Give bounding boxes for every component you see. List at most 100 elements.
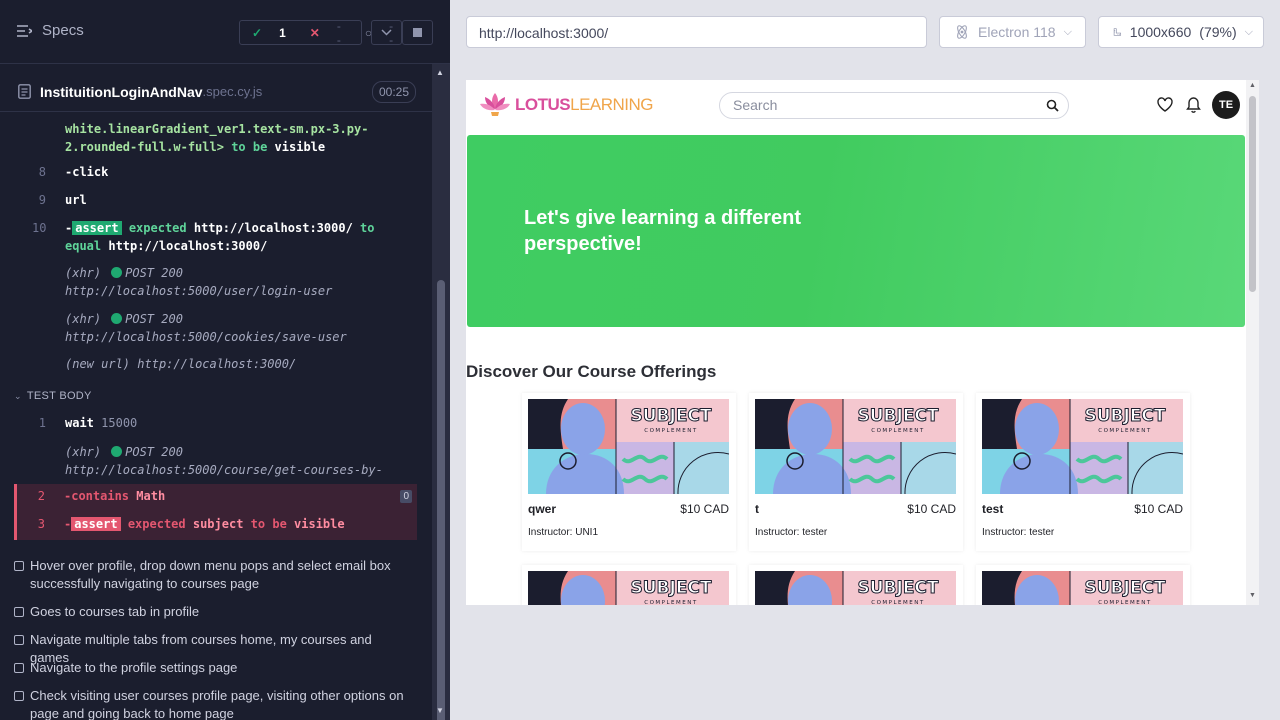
heart-icon[interactable]: [1157, 97, 1173, 112]
course-thumbnail: SUBJECT COMPLEMENT: [755, 399, 956, 494]
test-item[interactable]: Navigate to the profile settings page: [14, 659, 414, 677]
test-body-header[interactable]: ⌄ TEST BODY: [14, 390, 92, 402]
bell-icon[interactable]: [1186, 96, 1201, 113]
file-icon: [18, 84, 31, 99]
site-search-input[interactable]: Search: [719, 92, 1069, 119]
assertion-value: visible: [294, 517, 345, 531]
course-thumbnail: SUBJECT COMPLEMENT: [982, 571, 1183, 605]
line-number: 9: [38, 193, 46, 207]
line-number: 2: [37, 489, 45, 503]
browser-selector[interactable]: Electron 118 ⌵: [939, 16, 1086, 48]
line-number: 3: [37, 517, 45, 531]
test-pending-icon: [14, 561, 24, 571]
assertion-word: expected: [127, 517, 186, 531]
runner-header: Specs ✓ 1 ✕ -- ○ --: [0, 0, 450, 64]
svg-text:SUBJECT: SUBJECT: [857, 578, 938, 598]
assert-badge: assert: [71, 517, 121, 531]
chevron-down-icon: [381, 29, 392, 36]
stop-button[interactable]: [402, 20, 433, 45]
specs-toggle[interactable]: Specs: [17, 22, 84, 39]
course-title: test: [982, 502, 1004, 516]
failed-stat: ✕ --: [298, 19, 353, 47]
list-icon: [17, 24, 32, 37]
subject-complement-illustration: SUBJECT COMPLEMENT: [755, 399, 956, 494]
new-url-tag: (new url): [65, 357, 131, 371]
course-title: qwer: [528, 502, 557, 516]
element-count-badge: 0: [400, 490, 412, 503]
x-icon: ✕: [309, 25, 320, 40]
test-body-label: TEST BODY: [26, 390, 92, 402]
command-url: url: [65, 193, 87, 207]
aut-panel: http://localhost:3000/ Electron 118 ⌵ 10…: [450, 0, 1280, 720]
assertion-word: expected: [128, 221, 187, 235]
svg-text:SUBJECT: SUBJECT: [630, 578, 711, 598]
failed-command-assert[interactable]: 3 - assert expected subject to be visible: [14, 512, 417, 540]
logo-text-secondary: LEARNING: [570, 95, 654, 114]
selector-text: 2.rounded-full.w-full>: [65, 140, 224, 154]
command-contains: -contains: [64, 489, 130, 503]
spec-header: InstituitionLoginAndNav .spec.cy.js 00:25: [0, 72, 432, 112]
viewport-size: 1000x660: [1129, 24, 1192, 40]
line-number: 10: [32, 221, 47, 235]
page-scrollbar[interactable]: ▲ ▼: [1246, 80, 1259, 605]
line-number: 1: [38, 416, 46, 430]
subject-complement-illustration: SUBJECT COMPLEMENT: [982, 571, 1183, 605]
svg-text:COMPLEMENT: COMPLEMENT: [1098, 600, 1151, 605]
test-item[interactable]: Check visiting user courses profile page…: [14, 687, 414, 720]
site-logo[interactable]: LOTUSLEARNING: [477, 89, 654, 121]
svg-text:COMPLEMENT: COMPLEMENT: [1098, 428, 1151, 434]
course-instructor: Instructor: UNI1: [528, 527, 599, 538]
test-pending-icon: [14, 663, 24, 673]
scroll-thumb[interactable]: [437, 280, 445, 720]
assertion-value: visible: [274, 140, 326, 154]
chevron-down-icon: ⌄: [14, 391, 22, 401]
contains-arg: Math: [136, 489, 166, 503]
svg-text:COMPLEMENT: COMPLEMENT: [871, 600, 924, 605]
xhr-tag: (xhr): [65, 445, 102, 459]
viewport-zoom: (79%): [1199, 24, 1237, 40]
specs-label: Specs: [42, 22, 84, 39]
scroll-down-icon[interactable]: ▼: [436, 706, 444, 715]
xhr-status: POST 200: [125, 445, 183, 459]
course-card[interactable]: SUBJECT COMPLEMENT: [749, 565, 963, 605]
scroll-thumb[interactable]: [1249, 96, 1256, 292]
passed-count: 1: [279, 25, 286, 40]
course-card[interactable]: SUBJECT COMPLEMENT: [976, 565, 1190, 605]
search-icon[interactable]: [1046, 99, 1059, 112]
test-item[interactable]: Hover over profile, drop down menu pops …: [14, 557, 414, 593]
test-title: Hover over profile, drop down menu pops …: [30, 558, 391, 591]
log-scrollbar[interactable]: ▲ ▼: [432, 64, 450, 720]
course-card[interactable]: SUBJECT COMPLEMENT test $10 CAD Instruct…: [976, 393, 1190, 551]
xhr-url: http://localhost:5000/cookies/save-user: [65, 330, 347, 344]
spec-duration: 00:25: [371, 81, 416, 103]
test-pending-icon: [14, 635, 24, 645]
logo-text-primary: LOTUS: [515, 95, 571, 114]
svg-text:SUBJECT: SUBJECT: [630, 406, 711, 426]
scroll-up-icon[interactable]: ▲: [436, 68, 444, 77]
course-card[interactable]: SUBJECT COMPLEMENT: [522, 565, 736, 605]
svg-text:SUBJECT: SUBJECT: [857, 406, 938, 426]
viewport-selector[interactable]: 1000x660 (79%) ⌵: [1098, 16, 1264, 48]
test-item[interactable]: Goes to courses tab in profile: [14, 603, 414, 621]
status-dot-icon: [111, 446, 123, 457]
svg-text:COMPLEMENT: COMPLEMENT: [644, 428, 697, 434]
failed-command-contains[interactable]: 2 -contains Math 0: [14, 484, 417, 512]
svg-text:COMPLEMENT: COMPLEMENT: [871, 428, 924, 434]
cypress-runner-panel: Specs ✓ 1 ✕ -- ○ -- InstituitionLoginAndNav…: [0, 0, 450, 720]
aut-url-bar[interactable]: http://localhost:3000/: [466, 16, 927, 48]
course-title: t: [755, 502, 759, 516]
hero-banner: Let's give learning a different perspect…: [467, 135, 1245, 327]
spec-name: InstituitionLoginAndNav: [40, 83, 203, 100]
xhr-status: POST 200: [125, 266, 183, 280]
chevron-down-icon: ⌵: [1063, 25, 1072, 38]
assertion-word: to be: [231, 140, 268, 154]
scroll-up-icon[interactable]: ▲: [1249, 82, 1256, 89]
section-title: Discover Our Course Offerings: [466, 362, 717, 381]
course-card[interactable]: SUBJECT COMPLEMENT t $10 CAD Instructor:…: [749, 393, 963, 551]
chevron-down-button[interactable]: [371, 20, 402, 45]
assertion-value: http://localhost:3000/: [108, 239, 268, 253]
scroll-down-icon[interactable]: ▼: [1249, 592, 1256, 599]
course-card[interactable]: SUBJECT COMPLEMENT qwer $10 CAD Instruct…: [522, 393, 736, 551]
course-instructor: Instructor: tester: [755, 527, 828, 538]
user-avatar[interactable]: TE: [1212, 91, 1240, 119]
